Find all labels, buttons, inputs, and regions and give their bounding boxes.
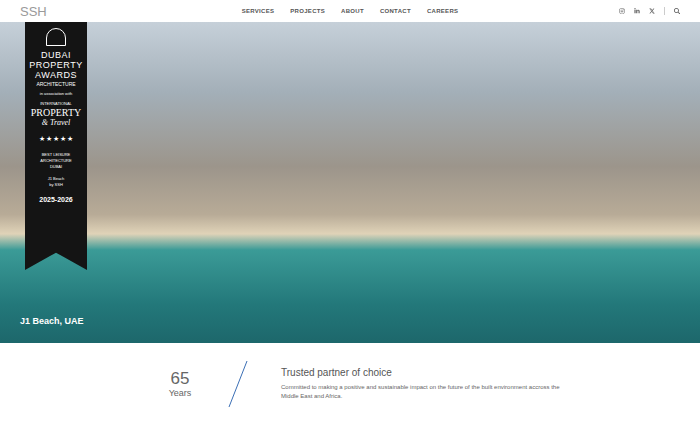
nav-links: SERVICES PROJECTS ABOUT CONTACT CAREERS: [242, 8, 459, 14]
badge-partner: INTERNATIONALPROPERTY& Travel: [31, 101, 82, 127]
nav-divider: [664, 7, 665, 15]
stats-text: Trusted partner of choice Committed to ma…: [281, 367, 571, 401]
nav-link[interactable]: CONTACT: [380, 8, 411, 14]
search-icon[interactable]: [674, 8, 680, 14]
badge-title: PROPERTY: [29, 60, 82, 70]
nav-link[interactable]: PROJECTS: [290, 8, 325, 14]
years-unit: Years: [169, 388, 192, 399]
nav-link[interactable]: CAREERS: [427, 8, 458, 14]
logo[interactable]: SSH: [20, 5, 140, 18]
badge-title: DUBAI: [41, 50, 71, 60]
badge-association: in association with: [40, 91, 72, 97]
star-icon: ★: [46, 135, 52, 142]
badge-award: BEST LEISUREARCHITECTUREDUBAI: [40, 152, 71, 170]
nav-icons: [560, 7, 680, 15]
star-icon: ★: [39, 135, 45, 142]
star-icon: ★: [67, 135, 73, 142]
badge-title: AWARDS: [35, 70, 77, 80]
star-icon: ★: [60, 135, 66, 142]
badge-year: 2025-2026: [39, 196, 72, 203]
hero: DUBAIPROPERTYAWARDSARCHITECTURE in associ…: [0, 22, 700, 343]
stats-section: 65Years Trusted partner of choice Committe…: [0, 343, 700, 425]
badge-category: ARCHITECTURE: [36, 81, 75, 88]
years-stat: 65Years: [166, 369, 194, 399]
page: SSH SERVICES PROJECTS ABOUT CONTACT CAREERS DU…: [0, 0, 700, 425]
hero-caption: J1 Beach, UAE: [20, 317, 84, 326]
nav-link[interactable]: ABOUT: [341, 8, 364, 14]
badge-project: J1 Beachby SSH: [48, 176, 65, 188]
star-icon: ★: [53, 135, 59, 142]
years-value: 65: [171, 369, 190, 388]
linkedin-icon[interactable]: [634, 8, 640, 14]
award-badge: DUBAIPROPERTYAWARDSARCHITECTURE in associ…: [25, 22, 87, 270]
top-nav: SSH SERVICES PROJECTS ABOUT CONTACT CAREERS: [0, 0, 700, 22]
badge-crest: [46, 28, 66, 46]
instagram-icon[interactable]: [619, 8, 625, 14]
stats-description: Committed to making a positive and susta…: [281, 383, 571, 401]
x-icon[interactable]: [649, 8, 655, 14]
divider-slash-icon: [228, 360, 248, 408]
nav-link[interactable]: SERVICES: [242, 8, 275, 14]
badge-stars: ★★★★★: [39, 135, 73, 142]
stats-headline: Trusted partner of choice: [281, 367, 571, 379]
